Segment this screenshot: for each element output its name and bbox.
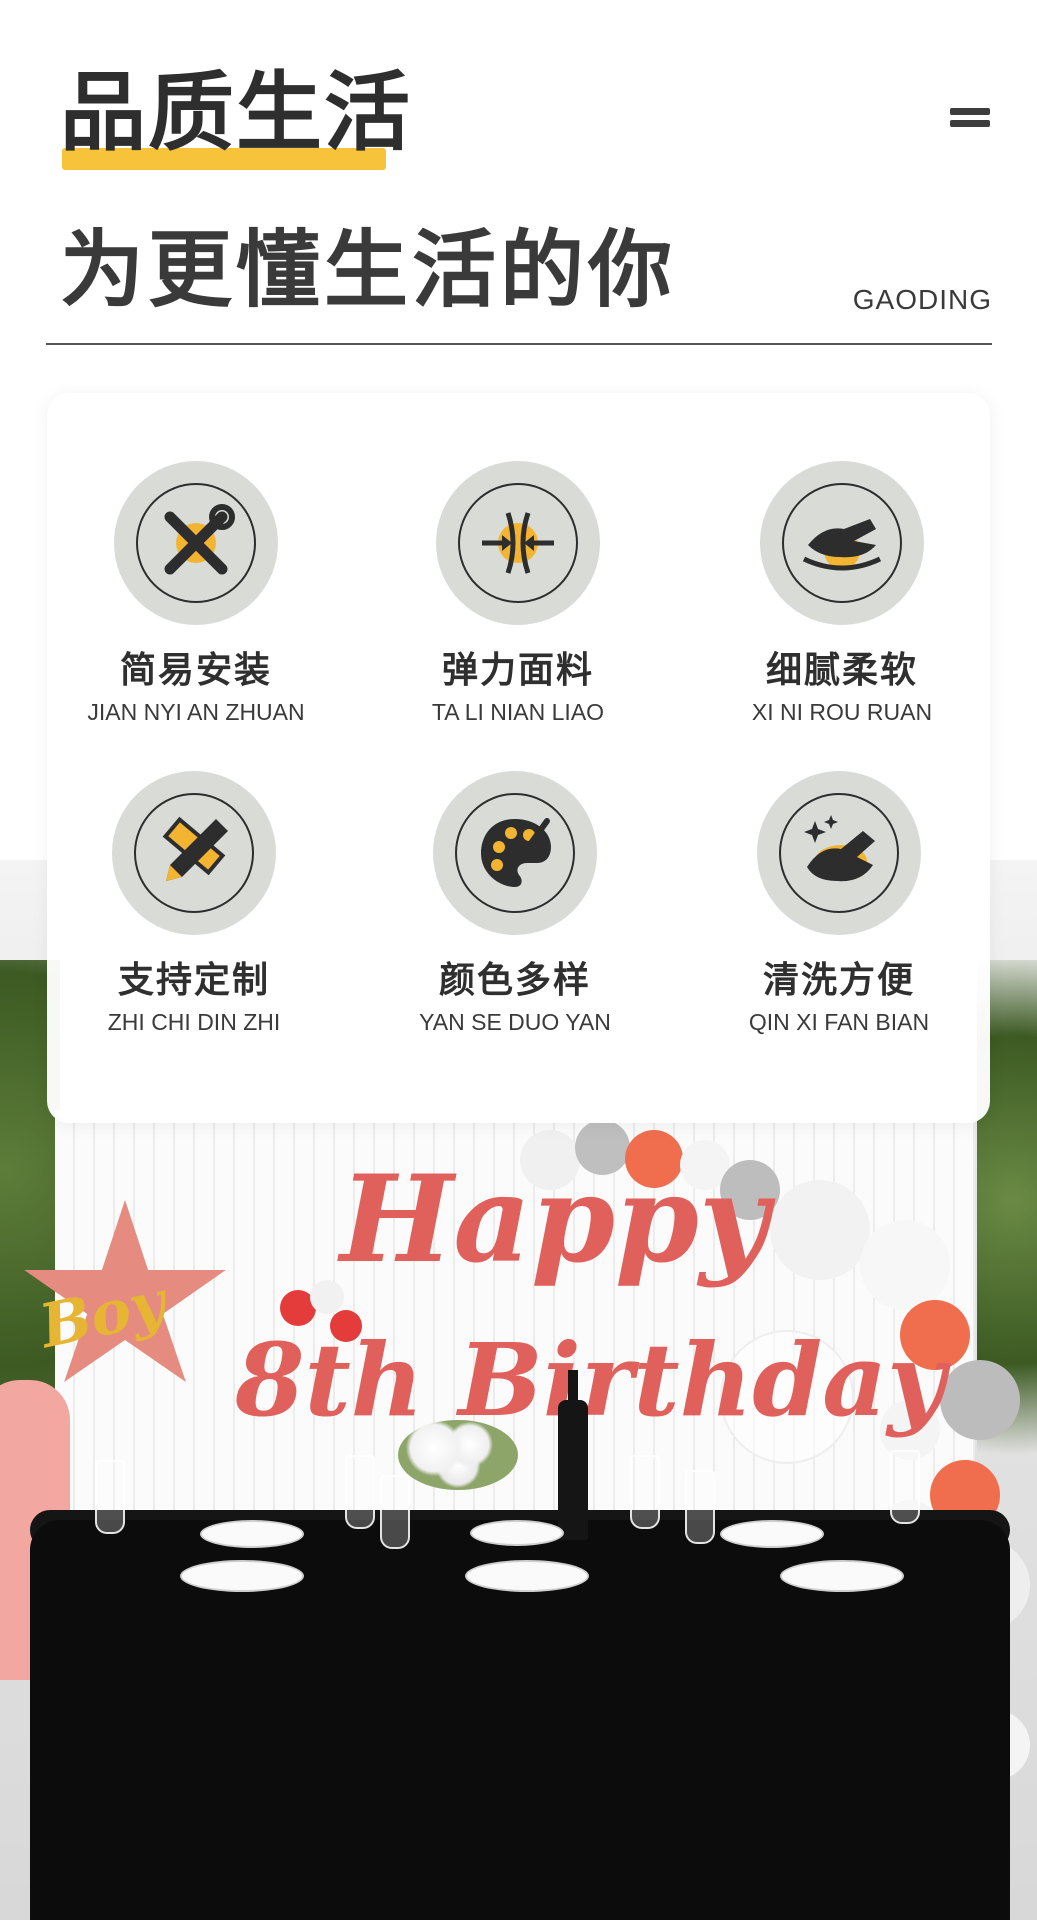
wrench-screwdriver-icon [114,461,278,625]
feature-pinyin: JIAN NYI AN ZHUAN [87,699,305,725]
feature-easy-clean: 清洗方便 QIN XI FAN BIAN [689,771,989,1036]
header: 品质生活 为更懂生活的你 GAODING [0,0,1037,360]
feature-colors: 颜色多样 YAN SE DUO YAN [365,771,665,1036]
banner-happy: Happy [340,1149,769,1290]
cleaning-hand-icon [757,771,921,935]
feature-easy-install: 简易安装 JIAN NYI AN ZHUAN [46,461,346,726]
feature-label: 简易安装 [119,650,272,691]
color-palette-icon [433,771,597,935]
feature-pinyin: XI NI ROU RUAN [751,699,933,725]
wine-bottle [558,1370,588,1540]
feature-label: 支持定制 [117,960,270,1001]
elastic-fabric-icon [436,461,600,625]
page-subtitle: 为更懂生活的你 [60,221,677,319]
feature-pinyin: YAN SE DUO YAN [419,1009,611,1035]
feature-pinyin: ZHI CHI DIN ZHI [107,1009,281,1035]
feature-label: 颜色多样 [438,960,591,1001]
header-divider [46,343,992,345]
feature-soft: 细腻柔软 XI NI ROU RUAN [692,461,992,726]
feature-pinyin: TA LI NIAN LIAO [431,699,605,725]
menu-icon[interactable] [950,108,990,134]
feature-elastic-fabric: 弹力面料 TA LI NIAN LIAO [368,461,668,726]
feature-pinyin: QIN XI FAN BIAN [748,1009,930,1035]
feature-custom: 支持定制 ZHI CHI DIN ZHI [44,771,344,1036]
soft-hand-icon [760,461,924,625]
feature-label: 清洗方便 [762,960,915,1001]
feature-label: 细腻柔软 [765,650,918,691]
banner-birthday: 8th Birthday [235,1321,946,1439]
pencil-ruler-icon [112,771,276,935]
page-title: 品质生活 [60,63,412,163]
features-card: 简易安装 JIAN NYI AN ZHUAN 弹力面料 TA LI NIAN L… [47,393,990,1123]
feature-label: 弹力面料 [441,650,594,691]
brand-label: GAODING [852,284,992,315]
flower-vase [398,1420,518,1490]
